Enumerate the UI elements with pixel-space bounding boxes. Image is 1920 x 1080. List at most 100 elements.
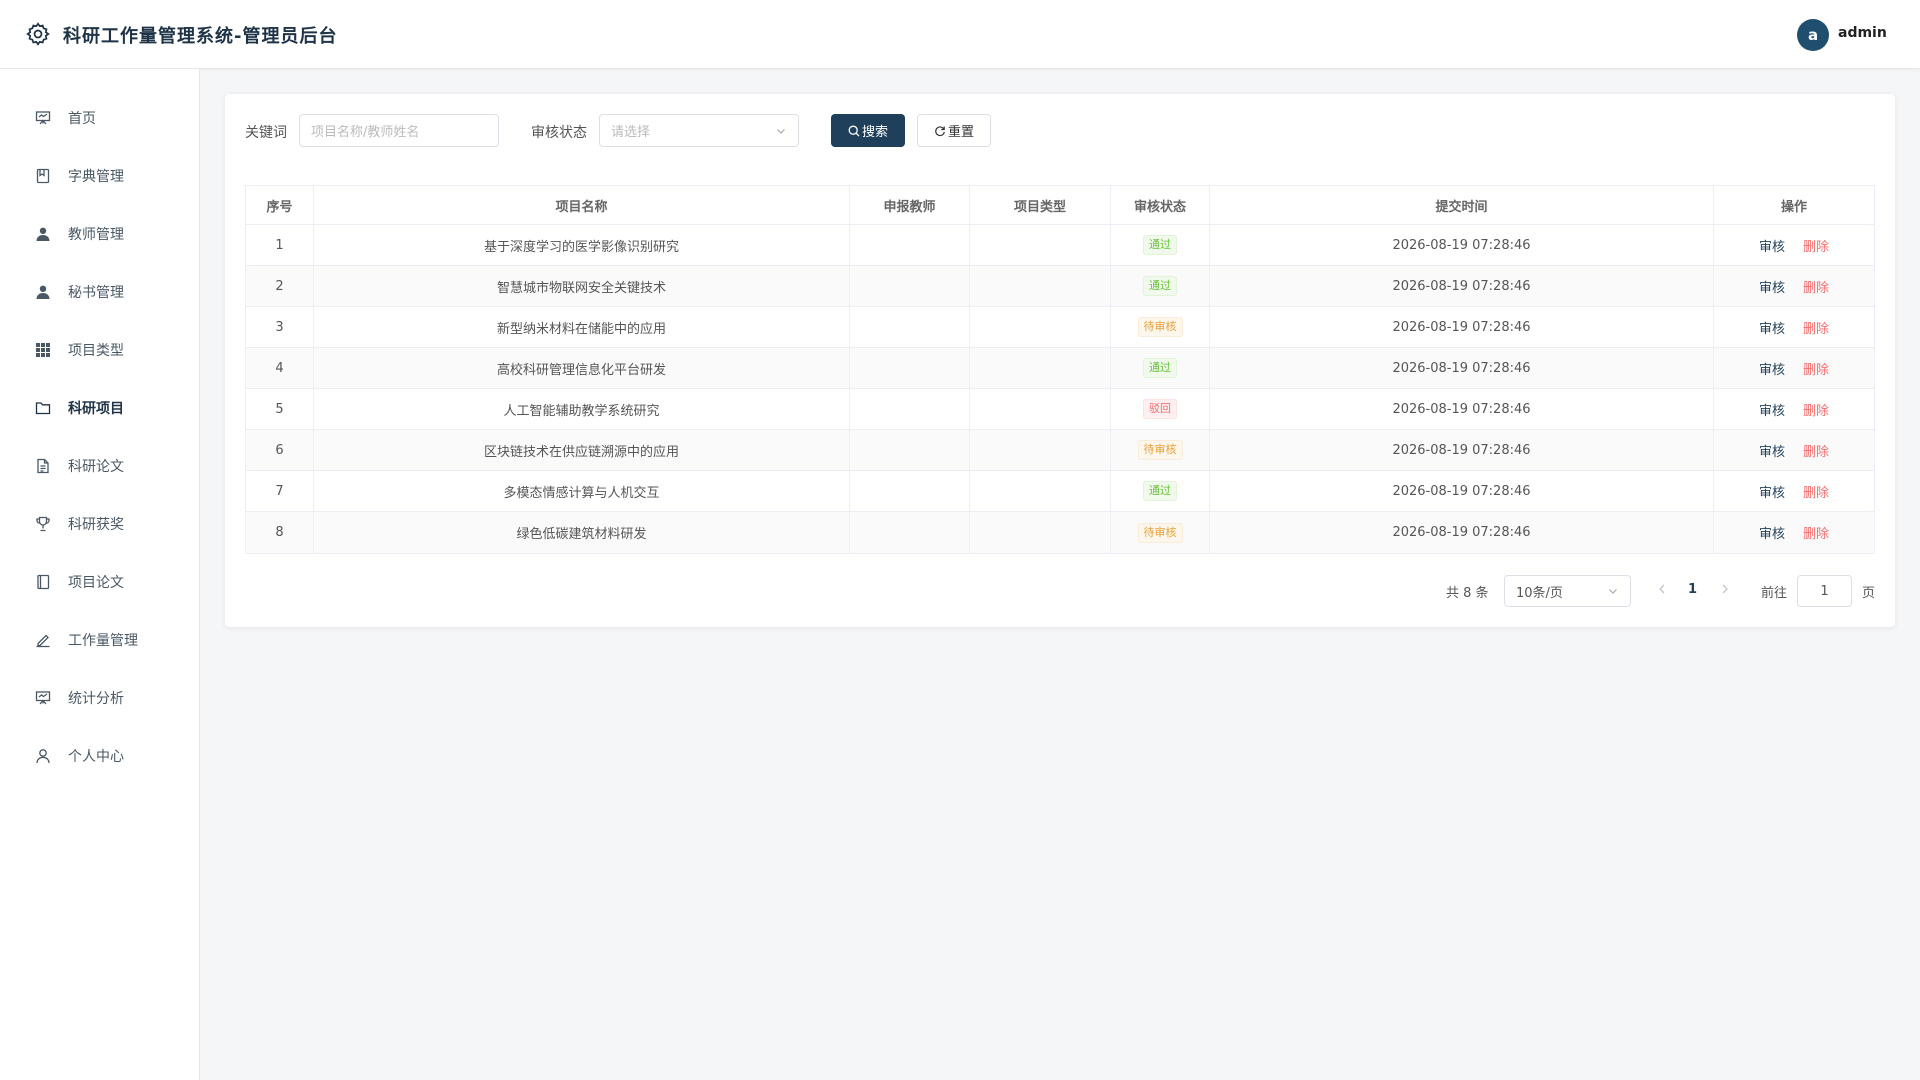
- project-table: 序号 项目名称 申报教师 项目类型 审核状态 提交时间 操作 1 基于深度学习的…: [245, 185, 1875, 554]
- project-name: 区块链技术在供应链溯源中的应用: [314, 430, 850, 470]
- document-icon: [34, 457, 52, 475]
- status-badge: 通过: [1143, 481, 1177, 501]
- audit-link[interactable]: 审核: [1759, 482, 1785, 501]
- username[interactable]: admin: [1838, 25, 1887, 41]
- teacher-cell: [850, 348, 970, 388]
- sidebar-item-dictionary[interactable]: 字典管理: [0, 147, 199, 205]
- type-cell: [970, 266, 1111, 306]
- page-size-select[interactable]: 10条/页: [1504, 575, 1631, 607]
- delete-link[interactable]: 删除: [1803, 318, 1829, 337]
- sidebar-item-teachers[interactable]: 教师管理: [0, 205, 199, 263]
- audit-link[interactable]: 审核: [1759, 400, 1785, 419]
- delete-link[interactable]: 删除: [1803, 523, 1829, 542]
- folder-icon: [34, 399, 52, 417]
- type-cell: [970, 225, 1111, 265]
- top-header: 科研工作量管理系统-管理员后台 a admin: [0, 0, 1920, 69]
- sidebar-item-label: 科研获奖: [68, 517, 124, 533]
- status-select[interactable]: 请选择: [599, 114, 799, 147]
- sidebar-item-project-papers[interactable]: 项目论文: [0, 553, 199, 611]
- project-name: 绿色低碳建筑材料研发: [314, 512, 850, 553]
- sidebar-item-project-types[interactable]: 项目类型: [0, 321, 199, 379]
- sidebar-item-awards[interactable]: 科研获奖: [0, 495, 199, 553]
- row-index: 1: [246, 225, 314, 265]
- sidebar-item-label: 科研论文: [68, 459, 124, 475]
- table-row: 7 多模态情感计算与人机交互 通过 2026-08-19 07:28:46 审核…: [246, 471, 1874, 512]
- keyword-input[interactable]: 项目名称/教师姓名: [299, 114, 499, 147]
- sidebar-item-label: 项目论文: [68, 575, 124, 591]
- row-index: 8: [246, 512, 314, 553]
- reset-button-label: 重置: [947, 125, 974, 140]
- keyword-placeholder: 项目名称/教师姓名: [311, 125, 420, 140]
- type-cell: [970, 348, 1111, 388]
- audit-link[interactable]: 审核: [1759, 359, 1785, 378]
- table-row: 5 人工智能辅助教学系统研究 驳回 2026-08-19 07:28:46 审核…: [246, 389, 1874, 430]
- user-icon: [34, 225, 52, 243]
- project-name: 高校科研管理信息化平台研发: [314, 348, 850, 388]
- teacher-cell: [850, 471, 970, 511]
- type-cell: [970, 389, 1111, 429]
- delete-link[interactable]: 删除: [1803, 277, 1829, 296]
- sidebar-item-label: 工作量管理: [68, 633, 138, 649]
- sidebar-item-label: 科研项目: [68, 401, 124, 417]
- submit-time: 2026-08-19 07:28:46: [1210, 430, 1714, 470]
- sidebar-item-workload[interactable]: 工作量管理: [0, 611, 199, 669]
- status-badge: 驳回: [1143, 399, 1177, 419]
- project-name: 新型纳米材料在储能中的应用: [314, 307, 850, 347]
- type-cell: [970, 512, 1111, 553]
- chevron-down-icon: [1609, 589, 1617, 594]
- grid-icon: [34, 341, 52, 359]
- delete-link[interactable]: 删除: [1803, 400, 1829, 419]
- sidebar-item-secretaries[interactable]: 秘书管理: [0, 263, 199, 321]
- audit-link[interactable]: 审核: [1759, 277, 1785, 296]
- audit-link[interactable]: 审核: [1759, 523, 1785, 542]
- status-placeholder: 请选择: [611, 125, 651, 140]
- teacher-cell: [850, 389, 970, 429]
- delete-link[interactable]: 删除: [1803, 441, 1829, 460]
- row-index: 7: [246, 471, 314, 511]
- delete-link[interactable]: 删除: [1803, 236, 1829, 255]
- column-header: 项目类型: [970, 186, 1111, 224]
- edit-icon: [34, 631, 52, 649]
- sidebar-item-statistics[interactable]: 统计分析: [0, 669, 199, 727]
- status-badge: 通过: [1143, 276, 1177, 296]
- current-page[interactable]: 1: [1688, 582, 1697, 597]
- notebook-icon: [34, 573, 52, 591]
- page-unit-label: 页: [1862, 586, 1876, 601]
- status-badge: 通过: [1143, 235, 1177, 255]
- chevron-left-icon[interactable]: [1655, 581, 1669, 597]
- teacher-cell: [850, 512, 970, 553]
- teacher-cell: [850, 266, 970, 306]
- status-badge: 通过: [1143, 358, 1177, 378]
- chevron-right-icon[interactable]: [1718, 581, 1732, 597]
- type-cell: [970, 471, 1111, 511]
- teacher-cell: [850, 430, 970, 470]
- sidebar-item-label: 字典管理: [68, 169, 124, 185]
- avatar[interactable]: a: [1797, 19, 1829, 51]
- submit-time: 2026-08-19 07:28:46: [1210, 512, 1714, 553]
- sidebar-item-profile[interactable]: 个人中心: [0, 727, 199, 785]
- column-header: 项目名称: [314, 186, 850, 224]
- submit-time: 2026-08-19 07:28:46: [1210, 225, 1714, 265]
- table-row: 3 新型纳米材料在储能中的应用 待审核 2026-08-19 07:28:46 …: [246, 307, 1874, 348]
- goto-page-input[interactable]: 1: [1797, 575, 1852, 607]
- row-index: 2: [246, 266, 314, 306]
- delete-link[interactable]: 删除: [1803, 482, 1829, 501]
- delete-link[interactable]: 删除: [1803, 359, 1829, 378]
- project-name: 多模态情感计算与人机交互: [314, 471, 850, 511]
- audit-link[interactable]: 审核: [1759, 441, 1785, 460]
- table-row: 8 绿色低碳建筑材料研发 待审核 2026-08-19 07:28:46 审核删…: [246, 512, 1874, 553]
- search-button[interactable]: 搜索: [831, 114, 905, 147]
- sidebar-item-research-projects[interactable]: 科研项目: [0, 379, 199, 437]
- column-header: 申报教师: [850, 186, 970, 224]
- row-index: 6: [246, 430, 314, 470]
- submit-time: 2026-08-19 07:28:46: [1210, 307, 1714, 347]
- sidebar-item-research-papers[interactable]: 科研论文: [0, 437, 199, 495]
- sidebar-item-home[interactable]: 首页: [0, 89, 199, 147]
- trophy-icon: [34, 515, 52, 533]
- reset-button[interactable]: 重置: [917, 114, 991, 147]
- user-outline-icon: [34, 747, 52, 765]
- keyword-label: 关键词: [245, 125, 287, 141]
- audit-link[interactable]: 审核: [1759, 318, 1785, 337]
- teacher-cell: [850, 225, 970, 265]
- audit-link[interactable]: 审核: [1759, 236, 1785, 255]
